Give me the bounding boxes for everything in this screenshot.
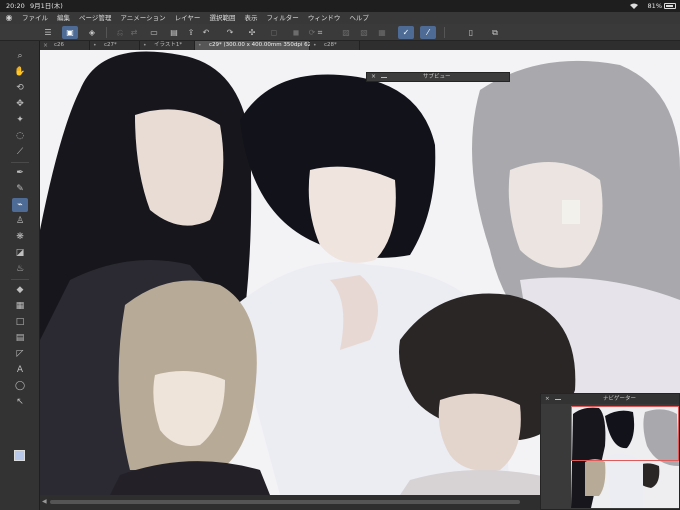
subview-title: サブビュー	[423, 74, 451, 80]
brush-icon[interactable]: ⌁	[12, 198, 28, 212]
menu-icon[interactable]: ☰	[40, 26, 56, 39]
navigator-header[interactable]: × ナビゲーター	[541, 394, 679, 404]
horizontal-scrollbar[interactable]	[40, 495, 540, 510]
pen-icon[interactable]: ✒	[12, 166, 28, 180]
divider	[11, 162, 29, 163]
navigator-viewport-frame[interactable]	[571, 406, 679, 461]
undo-icon[interactable]: ↶	[198, 26, 214, 39]
tab-c29[interactable]: • c29* (300.00 x 400.00mm 350dpi 62.9%)	[195, 41, 324, 50]
tab-label: c26	[54, 42, 65, 48]
status-bar: 20:20 9月1日(木) 81%	[0, 0, 680, 12]
tab-label: c27*	[104, 42, 117, 48]
clear-icon[interactable]: ◻	[266, 26, 282, 39]
scrollbar-thumb[interactable]	[50, 500, 520, 504]
balloon-icon[interactable]: ◯	[12, 379, 28, 393]
divider	[11, 279, 29, 280]
tab-label: c29* (300.00 x 400.00mm 350dpi 62.9%)	[209, 42, 324, 48]
close-icon[interactable]: ×	[545, 394, 550, 404]
command-bar: ☰ ▣ ◈ ⎌ ⇄ ▭ ▤ ⇪ ↶ ↷ ✣ ◻ ◼ ⟳ ⌗ ▨ ▧ ▦ ✓ ⁄ …	[0, 24, 680, 41]
transform-icon[interactable]: ✣	[244, 26, 260, 39]
menu-bar: ◉ ファイル 編集 ページ管理 アニメーション レイヤー 選択範囲 表示 フィル…	[0, 12, 680, 24]
gradient-icon[interactable]: ▦	[12, 299, 28, 313]
deselect-icon[interactable]: ▨	[338, 26, 354, 39]
menu-layer[interactable]: レイヤー	[175, 12, 201, 24]
status-date: 9月1日(木)	[30, 2, 63, 10]
fill-icon[interactable]: ◆	[12, 283, 28, 297]
lasso-icon[interactable]: ◌	[12, 129, 28, 143]
move-icon[interactable]: ✥	[12, 97, 28, 111]
zoom-icon[interactable]: ⌕	[12, 49, 28, 63]
figure-icon[interactable]: □	[12, 315, 28, 329]
hand-icon[interactable]: ✋	[12, 65, 28, 79]
close-icon[interactable]: ×	[371, 73, 376, 81]
vector-line-icon[interactable]: ⁄	[420, 26, 436, 39]
close-icon[interactable]: •	[198, 41, 202, 50]
main-color-swatch[interactable]	[14, 450, 25, 461]
minimize-icon[interactable]	[381, 77, 387, 78]
invert-select-icon[interactable]: ▧	[356, 26, 372, 39]
device-icon[interactable]: ▯	[463, 26, 479, 39]
export-icon[interactable]: ⇪	[183, 26, 199, 39]
clip-studio-icon[interactable]: ◈	[84, 26, 100, 39]
menu-page[interactable]: ページ管理	[79, 12, 111, 24]
status-time: 20:20	[6, 2, 25, 10]
open-file-icon[interactable]: ▭	[146, 26, 162, 39]
select-magic-icon[interactable]: ✦	[12, 113, 28, 127]
subview-palette[interactable]: × サブビュー	[366, 72, 510, 82]
tool-palette: ⌕ ✋ ⟲ ✥ ✦ ◌ ⟋ ✒ ✎ ⌁ ♙ ❋ ◪ ♨ ◆ ▦ □ ▤ ◸ A …	[0, 41, 40, 510]
separator	[106, 27, 107, 38]
battery-percent: 81%	[647, 2, 662, 10]
airbrush-icon[interactable]: ♙	[12, 214, 28, 228]
tab-label: イラスト1*	[154, 42, 183, 48]
minimize-icon[interactable]	[555, 399, 561, 400]
tab-illust1[interactable]: • イラスト1*	[140, 41, 195, 50]
rotate-view-icon[interactable]: ⟲	[12, 81, 28, 95]
save-icon[interactable]: ▤	[166, 26, 182, 39]
menu-animation[interactable]: アニメーション	[120, 12, 165, 24]
menu-help[interactable]: ヘルプ	[349, 12, 369, 24]
redo-icon[interactable]: ↷	[222, 26, 238, 39]
share-icon[interactable]: ⧉	[487, 26, 503, 39]
scroll-left-arrow-icon[interactable]: ◀	[42, 498, 47, 505]
menu-filter[interactable]: フィルター	[266, 12, 298, 24]
tab-c27[interactable]: • c27*	[90, 41, 140, 50]
decoration-icon[interactable]: ❋	[12, 230, 28, 244]
menu-window[interactable]: ウィンドウ	[308, 12, 341, 24]
pencil-icon[interactable]: ✎	[12, 182, 28, 196]
menu-file[interactable]: ファイル	[22, 12, 48, 24]
ruler-icon[interactable]: ◸	[12, 347, 28, 361]
new-canvas-icon[interactable]: ▣	[62, 26, 78, 39]
battery-icon	[664, 3, 676, 9]
tab-c26[interactable]: × c26	[40, 41, 90, 50]
separator	[444, 27, 445, 38]
document-tab-bar: × c26 • c27* • イラスト1* • c29* (300.00 x 4…	[40, 41, 680, 50]
text-icon[interactable]: A	[12, 363, 28, 377]
close-icon[interactable]: •	[313, 41, 317, 50]
navigator-palette: × ナビゲーター	[540, 393, 680, 510]
eyedropper-icon[interactable]: ⟋	[12, 145, 28, 159]
eraser-icon[interactable]: ◪	[12, 246, 28, 260]
fill-icon[interactable]: ◼	[288, 26, 304, 39]
pen-stroke-icon[interactable]: ✓	[398, 26, 414, 39]
tab-c28[interactable]: • c28*	[310, 41, 360, 50]
frame-icon[interactable]: ▤	[12, 331, 28, 345]
menu-edit[interactable]: 編集	[57, 12, 70, 24]
crop-icon[interactable]: ⌗	[312, 26, 328, 39]
menu-view[interactable]: 表示	[244, 12, 257, 24]
close-icon[interactable]: •	[93, 41, 97, 50]
invert-select-icon[interactable]: ▦	[374, 26, 390, 39]
save-alt-icon[interactable]: ⇄	[126, 26, 142, 39]
close-icon[interactable]: •	[143, 41, 147, 50]
correction-icon[interactable]: ↖	[12, 395, 28, 409]
tab-label: c28*	[324, 42, 337, 48]
navigator-title: ナビゲーター	[603, 396, 637, 402]
blend-icon[interactable]: ♨	[12, 262, 28, 276]
clip-studio-app-icon[interactable]: ◉	[4, 13, 14, 23]
wifi-icon	[630, 3, 638, 9]
menu-selection[interactable]: 選択範囲	[209, 12, 235, 24]
close-icon[interactable]: ×	[43, 41, 48, 50]
